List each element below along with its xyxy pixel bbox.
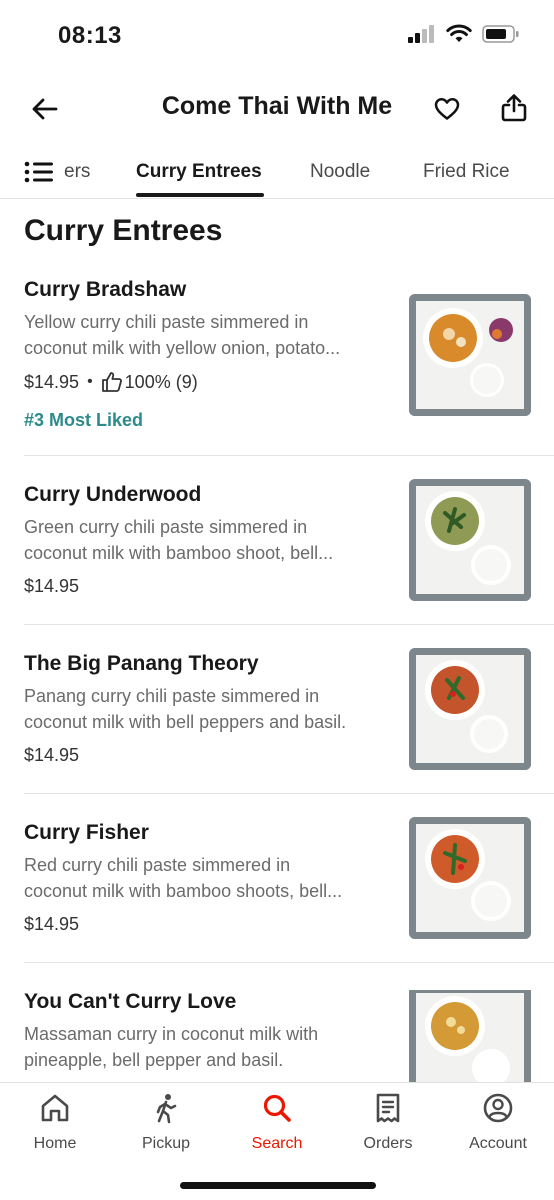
menu-item[interactable]: The Big Panang Theory Panang curry chili… [0, 648, 554, 782]
item-description-line: coconut milk with bell peppers and basil… [24, 712, 347, 732]
separator-dot: • [87, 373, 93, 390]
item-photo [409, 648, 531, 770]
category-list-button[interactable] [24, 160, 54, 184]
item-name: Curry Underwood [24, 483, 202, 506]
favorite-button[interactable] [428, 90, 466, 128]
store-header: Come Thai With Me [0, 78, 554, 138]
item-description-line: Green curry chili paste simmered in [24, 517, 308, 537]
item-photo [409, 294, 531, 416]
nav-account[interactable]: Account [448, 1091, 548, 1153]
item-description-line: Massaman curry in coconut milk with [24, 1024, 319, 1044]
item-description: Panang curry chili paste simmered in coc… [24, 683, 389, 735]
curry-dish-photo [409, 817, 531, 939]
item-price: $14.95 [24, 371, 80, 392]
item-name: The Big Panang Theory [24, 652, 259, 675]
list-menu-icon [24, 161, 53, 183]
section-title: Curry Entrees [24, 214, 223, 247]
item-price: $14.95 [24, 576, 80, 596]
cellular-signal-icon [408, 25, 434, 43]
item-divider [24, 455, 554, 456]
store-title: Come Thai With Me [161, 92, 393, 120]
wifi-icon [446, 24, 472, 42]
status-time: 08:13 [58, 22, 122, 49]
item-description: Green curry chili paste simmered in coco… [24, 514, 389, 566]
nav-label: Orders [363, 1135, 413, 1152]
item-description: Yellow curry chili paste simmered in coc… [24, 309, 389, 361]
category-tabs: ers Curry Entrees Noodle Fried Rice [0, 150, 554, 199]
nav-label: Account [469, 1135, 527, 1152]
thumbs-up-icon [101, 372, 122, 392]
heart-icon [434, 98, 460, 120]
item-description-line: Red curry chili paste simmered in [24, 855, 291, 875]
item-photo [409, 990, 531, 1082]
nav-search[interactable]: Search [227, 1091, 327, 1153]
home-icon [41, 1094, 69, 1122]
item-name: You Can't Curry Love [24, 990, 237, 1013]
item-divider [24, 793, 554, 794]
item-rating: 100% (9) [124, 371, 198, 392]
share-icon [501, 94, 527, 122]
status-bar: 08:13 [0, 0, 554, 72]
item-photo [409, 817, 531, 939]
walking-person-icon [156, 1094, 177, 1124]
nav-label: Pickup [141, 1135, 191, 1152]
tab-curry-entrees[interactable]: Curry Entrees [136, 161, 262, 183]
item-price: $14.95 [24, 745, 80, 765]
receipt-icon [376, 1093, 400, 1123]
share-button[interactable] [494, 88, 534, 128]
item-price-row: $14.95 [24, 914, 79, 935]
item-description-line: Panang curry chili paste simmered in [24, 686, 320, 706]
item-price-row: $14.95 • 100% (9) [24, 371, 198, 393]
nav-label: Home [33, 1135, 77, 1152]
item-description-line: coconut milk with bamboo shoots, bell... [24, 881, 343, 901]
most-liked-badge: #3 Most Liked [24, 410, 144, 430]
item-photo [409, 479, 531, 601]
battery-icon [482, 25, 519, 43]
home-indicator[interactable] [180, 1182, 376, 1189]
item-divider [24, 624, 554, 625]
nav-pickup[interactable]: Pickup [116, 1091, 216, 1153]
tab-fried-rice[interactable]: Fried Rice [423, 161, 510, 183]
active-tab-indicator [136, 193, 264, 197]
nav-label: Search [251, 1135, 303, 1152]
menu-item[interactable]: Curry Fisher Red curry chili paste simme… [0, 817, 554, 951]
curry-dish-photo [409, 648, 531, 770]
tab-noodle[interactable]: Noodle [310, 161, 370, 183]
item-description: Massaman curry in coconut milk with pine… [24, 1021, 389, 1073]
menu-item[interactable]: Curry Bradshaw Yellow curry chili paste … [0, 278, 554, 448]
nav-orders[interactable]: Orders [338, 1091, 438, 1153]
item-description-line: coconut milk with bamboo shoot, bell... [24, 543, 334, 563]
nav-home[interactable]: Home [5, 1091, 105, 1153]
item-description: Red curry chili paste simmered in coconu… [24, 852, 389, 904]
curry-dish-photo [409, 479, 531, 601]
item-name: Curry Bradshaw [24, 278, 187, 301]
menu-item[interactable]: Curry Underwood Green curry chili paste … [0, 479, 554, 613]
curry-dish-photo [409, 294, 531, 416]
item-description-line: pineapple, bell pepper and basil. [24, 1050, 284, 1070]
item-price: $14.95 [24, 914, 80, 934]
item-divider [24, 962, 554, 963]
account-icon [483, 1093, 513, 1123]
item-description-line: coconut milk with yellow onion, potato..… [24, 338, 341, 358]
menu-item[interactable]: You Can't Curry Love Massaman curry in c… [0, 990, 554, 1082]
item-description-line: Yellow curry chili paste simmered in [24, 312, 309, 332]
item-name: Curry Fisher [24, 821, 149, 844]
item-price-row: $14.95 [24, 576, 79, 597]
curry-dish-photo [409, 990, 531, 1082]
search-icon [263, 1094, 291, 1122]
item-price-row: $14.95 [24, 745, 79, 766]
tab-partial[interactable]: ers [64, 161, 90, 183]
status-icons [408, 24, 520, 44]
